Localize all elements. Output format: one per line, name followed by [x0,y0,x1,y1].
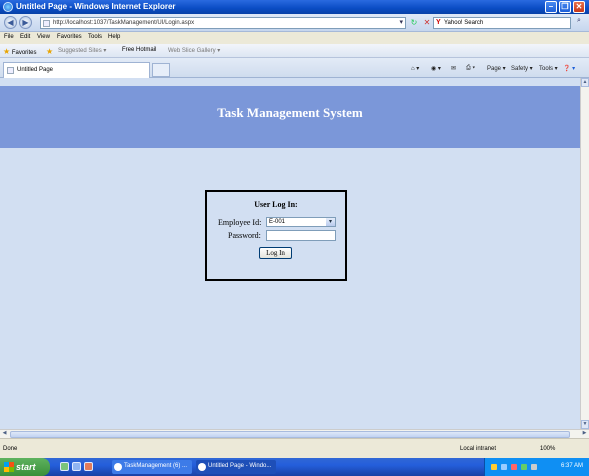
window-title: Untitled Page - Windows Internet Explore… [16,2,176,11]
yahoo-icon: Y [436,19,441,26]
taskbar-button-label: TaskManagement (6) ... [124,463,188,469]
safety-menu[interactable]: Safety ▾ [511,65,533,72]
search-input[interactable]: Y Yahoo! Search [433,17,571,29]
favorites-label: Favorites [11,50,37,56]
password-field[interactable] [266,230,336,241]
address-bar: ◀ ▶ http://localhost:1037/TaskManagement… [0,14,589,32]
horizontal-scrollbar[interactable]: ◀ ▶ [0,429,589,438]
url-input[interactable]: http://localhost:1037/TaskManagement/UI/… [40,17,406,29]
menu-bar: File Edit View Favorites Tools Help [0,32,589,44]
status-bar: Done Local intranet 100% [0,438,589,458]
tab-untitled-page[interactable]: Untitled Page [3,62,150,78]
favorites-star-icon: ★ [3,47,11,56]
favorites-button[interactable]: ★ Favorites [3,47,37,56]
page-icon [43,20,50,27]
taskbar-button-label: Untitled Page - Windo... [208,463,272,469]
menu-help[interactable]: Help [108,34,120,40]
menu-favorites[interactable]: Favorites [57,34,82,40]
home-icon[interactable]: ⌂ ▾ [411,65,419,72]
menu-edit[interactable]: Edit [20,34,30,40]
zoom-level[interactable]: 100% [540,446,555,452]
page-menu[interactable]: Page ▾ [487,65,506,72]
free-hotmail-link[interactable]: Free Hotmail [122,47,156,53]
chevron-down-icon[interactable]: ▾ [326,218,335,226]
search-placeholder: Yahoo! Search [444,20,484,26]
employee-id-select[interactable]: E-001 ▾ [266,217,336,227]
scroll-up-icon[interactable]: ▲ [581,78,589,87]
search-button[interactable]: ⌕ [572,17,586,29]
folder-icon [114,463,122,471]
menu-file[interactable]: File [4,34,14,40]
feeds-icon[interactable]: ◉ ▾ [431,65,441,72]
back-button[interactable]: ◀ [4,16,17,29]
menu-tools[interactable]: Tools [88,34,102,40]
scroll-right-icon[interactable]: ▶ [580,430,589,438]
vertical-scrollbar[interactable]: ▲ ▼ [580,78,589,429]
page-icon [7,67,14,74]
taskbar-button-untitled-page[interactable]: Untitled Page - Windo... [196,460,276,474]
tools-menu[interactable]: Tools ▾ [539,65,558,72]
add-favorite-icon[interactable]: ★ [46,47,53,56]
tray-icon[interactable] [521,464,527,470]
scroll-left-icon[interactable]: ◀ [0,430,9,438]
login-panel: User Log In: Employee Id: E-001 ▾ Passwo… [205,190,347,281]
site-header: Task Management System [0,86,580,148]
forward-button[interactable]: ▶ [19,16,32,29]
scroll-thumb[interactable] [10,431,570,438]
windows-logo-icon [4,462,14,472]
ie-icon [198,463,206,471]
restore-button[interactable]: ❐ [559,1,571,13]
site-title: Task Management System [217,105,363,120]
employee-id-label: Employee Id: [218,218,262,227]
password-label: Password: [228,231,261,240]
stop-button[interactable]: ✕ [421,17,433,29]
zone-text: Local intranet [460,446,497,452]
start-label: start [16,462,36,472]
tray-icon[interactable] [501,464,507,470]
close-button[interactable]: ✕ [573,1,585,13]
quicklaunch-ie-icon[interactable] [72,462,81,471]
new-tab-button[interactable] [152,63,170,77]
web-slice-gallery-link[interactable]: Web Slice Gallery ▾ [168,47,220,54]
page-viewport: Task Management System User Log In: Empl… [0,78,580,429]
mail-icon[interactable]: ✉ [451,65,456,72]
taskbar-button-taskmanagement[interactable]: TaskManagement (6) ... [112,460,192,474]
refresh-button[interactable]: ↻ [408,17,420,29]
status-text: Done [3,446,18,452]
minimize-button[interactable]: – [545,1,557,13]
tab-label: Untitled Page [17,67,54,73]
url-text: http://localhost:1037/TaskManagement/UI/… [53,20,195,26]
tab-bar: Untitled Page ⌂ ▾ ◉ ▾ ✉ ⎙ ▾ Page ▾ Safet… [0,58,589,78]
menu-view[interactable]: View [37,34,50,40]
quicklaunch-app-icon[interactable] [84,462,93,471]
url-dropdown-icon[interactable]: ▾ [399,18,403,26]
clock: 6:37 AM [560,463,583,469]
taskbar: start TaskManagement (6) ... Untitled Pa… [0,458,589,476]
login-heading: User Log In: [254,200,298,209]
scroll-down-icon[interactable]: ▼ [581,420,589,429]
help-icon[interactable]: ❓ ▾ [563,65,575,72]
show-desktop-icon[interactable] [60,462,69,471]
ie-logo-icon [3,2,13,12]
tray-icon[interactable] [511,464,517,470]
window-titlebar: Untitled Page - Windows Internet Explore… [0,0,589,14]
tray-icon[interactable] [491,464,497,470]
system-tray: 6:37 AM [484,458,589,476]
login-button[interactable]: Log In [259,247,292,259]
start-button[interactable]: start [0,458,50,476]
favorites-bar: ★ Favorites ★ Suggested Sites ▾ Free Hot… [0,44,589,58]
suggested-sites-link[interactable]: Suggested Sites ▾ [58,47,106,54]
print-icon[interactable]: ⎙ ▾ [466,65,475,72]
tray-icon[interactable] [531,464,537,470]
employee-id-value: E-001 [269,219,286,225]
